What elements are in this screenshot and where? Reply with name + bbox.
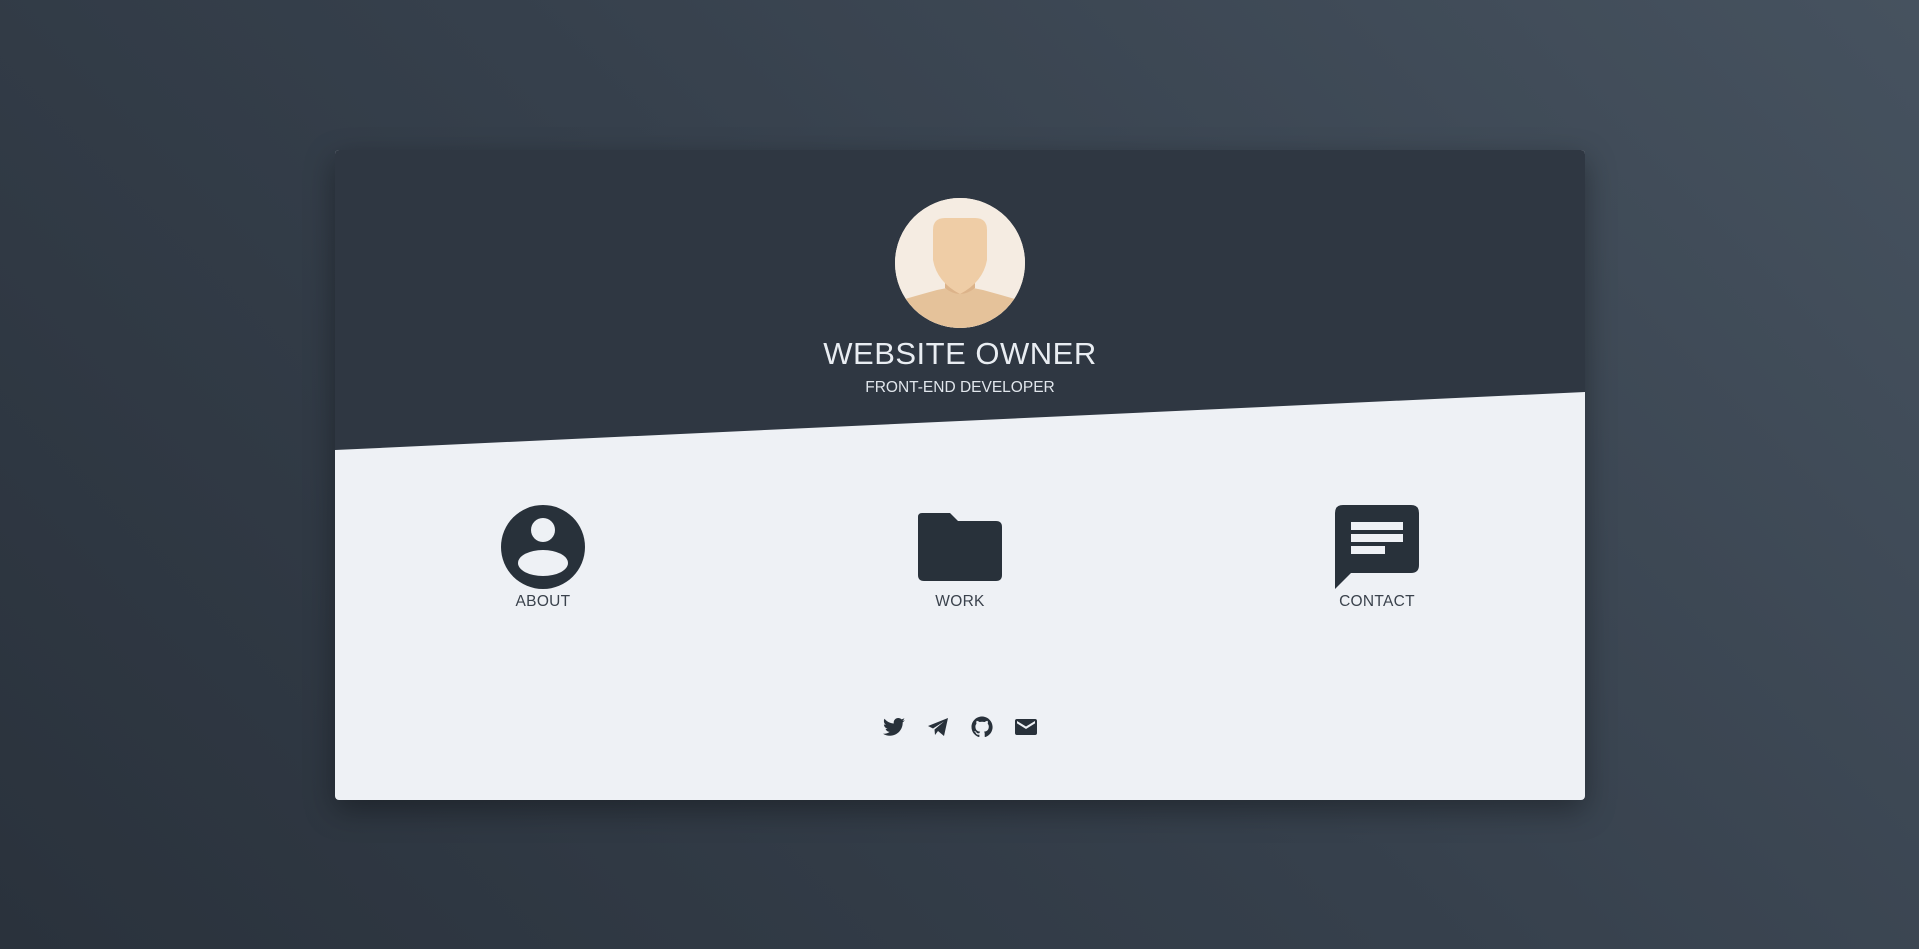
nav-about-label: ABOUT (515, 593, 571, 610)
account-circle-icon (501, 505, 585, 589)
telegram-icon (928, 718, 948, 736)
avatar (895, 198, 1025, 328)
nav-contact-label: CONTACT (1339, 593, 1415, 610)
github-icon (971, 716, 993, 738)
twitter-link[interactable] (882, 715, 906, 739)
profile-card: WEBSITE OWNER FRONT-END DEVELOPER ABOUT … (335, 150, 1585, 800)
nav-work-label: WORK (935, 593, 985, 610)
nav-work[interactable]: WORK (860, 502, 1060, 611)
folder-icon (918, 513, 1002, 581)
nav-about[interactable]: ABOUT (443, 502, 643, 611)
owner-name: WEBSITE OWNER (823, 336, 1097, 371)
main-nav: ABOUT WORK CONTACT (335, 502, 1585, 622)
twitter-icon (883, 718, 905, 736)
nav-contact[interactable]: CONTACT (1277, 502, 1477, 611)
telegram-link[interactable] (926, 715, 950, 739)
person-avatar-icon (895, 198, 1025, 328)
email-icon (1015, 719, 1037, 735)
email-link[interactable] (1014, 715, 1038, 739)
github-link[interactable] (970, 715, 994, 739)
social-links (335, 715, 1585, 739)
owner-role: FRONT-END DEVELOPER (865, 379, 1055, 396)
message-icon (1335, 505, 1419, 589)
